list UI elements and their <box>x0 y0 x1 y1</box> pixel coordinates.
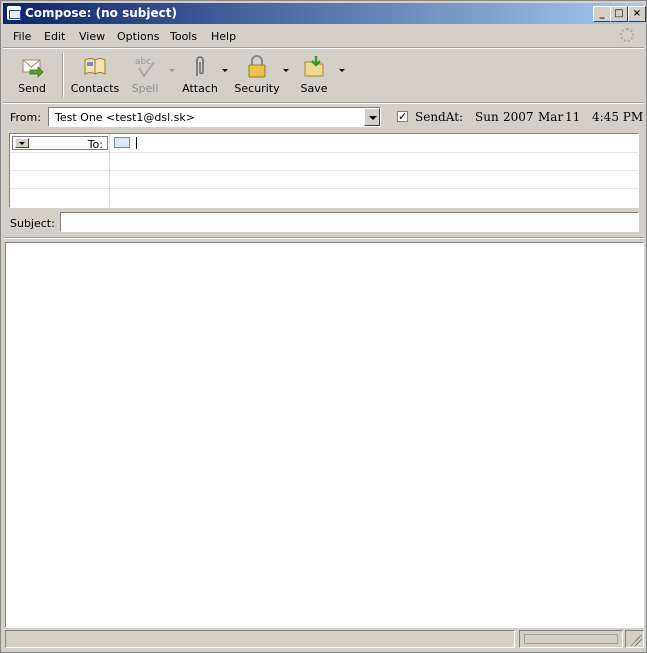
menu-help[interactable]: Help <box>211 30 236 43</box>
menu-tools[interactable]: Tools <box>170 30 197 43</box>
progress-panel <box>519 630 623 648</box>
sendat-time[interactable]: 4:45 PM <box>592 110 643 124</box>
status-text-panel <box>5 630 515 648</box>
close-button[interactable]: × <box>628 6 646 22</box>
sendat-day[interactable]: Sun <box>475 110 499 124</box>
recipient-row[interactable] <box>10 152 638 171</box>
contacts-label: Contacts <box>70 82 120 95</box>
from-value: Test One <test1@dsl.sk> <box>55 111 195 124</box>
spell-icon: abc <box>135 57 155 78</box>
from-select[interactable]: Test One <test1@dsl.sk> <box>48 107 381 127</box>
sendat-label: SendAt: <box>415 110 464 124</box>
attach-dropdown[interactable] <box>222 69 228 72</box>
recipient-input[interactable] <box>136 137 137 149</box>
attach-button[interactable]: Attach <box>177 51 223 97</box>
security-button[interactable]: Security <box>231 51 283 97</box>
security-dropdown[interactable] <box>283 69 289 72</box>
save-dropdown[interactable] <box>339 69 345 72</box>
menu-edit[interactable]: Edit <box>44 30 65 43</box>
header-separator <box>3 237 644 239</box>
menu-file[interactable]: File <box>13 30 31 43</box>
save-icon <box>304 56 324 77</box>
recipient-row[interactable] <box>10 170 638 189</box>
menu-view[interactable]: View <box>79 30 105 43</box>
minimize-button[interactable]: _ <box>593 6 611 22</box>
sendat-year[interactable]: 2007 <box>503 110 534 124</box>
save-label: Save <box>300 82 328 95</box>
message-body[interactable] <box>5 242 644 628</box>
menu-options[interactable]: Options <box>117 30 159 43</box>
resize-panel <box>625 630 644 648</box>
recipient-row[interactable] <box>10 188 638 206</box>
send-icon <box>22 59 44 78</box>
sendat-month[interactable]: Mar <box>538 110 563 124</box>
address-card-icon <box>114 137 130 148</box>
status-bar <box>5 630 644 650</box>
spell-label: Spell <box>131 82 159 95</box>
recipient-type-label: To: <box>87 138 103 151</box>
recipient-row[interactable]: To: <box>10 134 638 153</box>
progress-bar <box>524 634 618 644</box>
recipient-grid: To: <box>9 133 639 208</box>
window-title: Compose: (no subject) <box>25 6 177 20</box>
compose-window: Compose: (no subject) _ □ × File Edit Vi… <box>0 0 647 653</box>
security-label: Security <box>234 82 280 95</box>
spell-dropdown[interactable] <box>169 69 175 72</box>
recipient-type-dropdown[interactable] <box>15 138 29 148</box>
compose-app-icon <box>7 6 21 20</box>
save-button[interactable]: Save <box>293 51 335 97</box>
svg-text:abc: abc <box>135 57 151 67</box>
spell-button[interactable]: abc Spell <box>125 51 165 97</box>
contacts-icon <box>84 58 106 75</box>
subject-label: Subject: <box>10 217 55 230</box>
attach-label: Attach <box>182 82 218 95</box>
sendat-checkbox[interactable]: ✓ <box>397 111 408 122</box>
maximize-button[interactable]: □ <box>610 6 628 22</box>
resize-grip-icon[interactable] <box>630 634 642 646</box>
toolbar-separator-line <box>3 102 644 104</box>
toolbar-separator <box>62 53 64 97</box>
attach-icon <box>196 56 204 76</box>
contacts-button[interactable]: Contacts <box>67 51 123 97</box>
send-button[interactable]: Send <box>7 51 57 97</box>
from-dropdown-button[interactable] <box>364 108 380 126</box>
menu-bar: File Edit View Options Tools Help <box>3 26 644 46</box>
from-label: From: <box>10 111 41 124</box>
security-icon <box>248 55 266 78</box>
title-bar[interactable]: Compose: (no subject) _ □ × <box>3 3 646 24</box>
subject-input[interactable] <box>60 212 639 232</box>
recipient-type-select[interactable]: To: <box>12 136 108 151</box>
throbber-icon <box>620 28 634 42</box>
send-label: Send <box>18 82 46 95</box>
toolbar: Send Contacts abc Spell Attach Security … <box>3 49 644 101</box>
recipient-column-divider <box>109 134 110 207</box>
sendat-date[interactable]: 11 <box>565 110 580 124</box>
